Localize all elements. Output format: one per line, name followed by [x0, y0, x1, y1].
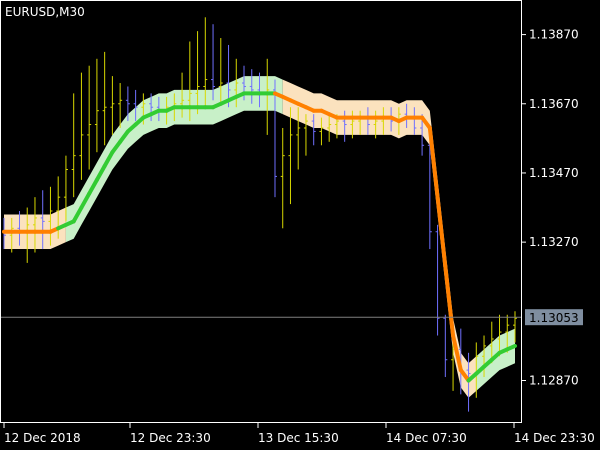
x-tick-label: 12 Dec 2018: [4, 431, 81, 445]
x-tick-label: 13 Dec 15:30: [258, 431, 339, 445]
x-tick-label: 14 Dec 23:30: [514, 431, 595, 445]
price-bar: [435, 224, 440, 336]
y-tick-label: 1.13270: [529, 235, 579, 249]
middle-line-segment: [427, 125, 440, 200]
price-bar: [87, 65, 92, 170]
price-bar: [79, 72, 84, 180]
price-bar: [288, 107, 293, 205]
y-tick-label: 1.13470: [529, 166, 579, 180]
price-bar: [71, 93, 76, 198]
price-bar: [110, 76, 115, 135]
y-axis: 1.13870 1.13670 1.13470 1.13270 1.12870: [521, 28, 579, 387]
x-tick-label: 14 Dec 07:30: [386, 431, 467, 445]
chart-title: EURUSD,M30: [5, 5, 85, 19]
y-tick-label: 1.13870: [529, 28, 579, 42]
y-tick-label: 1.12870: [529, 373, 579, 387]
price-bar: [118, 83, 123, 128]
price-bar: [443, 314, 448, 378]
current-price-badge: 1.13053: [525, 309, 583, 326]
y-tick-label: 1.13670: [529, 97, 579, 111]
x-tick-label: 12 Dec 23:30: [130, 431, 211, 445]
middle-line-segment: [435, 195, 448, 269]
price-bar: [102, 51, 107, 146]
band-down-36: [282, 79, 477, 398]
price-badge-label: 1.13053: [529, 311, 579, 325]
price-bar: [280, 127, 285, 229]
chart-canvas[interactable]: 1.13870 1.13670 1.13470 1.13270 1.12870 12 D…: [0, 0, 600, 450]
middle-line: [2, 91, 517, 383]
band-up-61: [476, 328, 515, 391]
envelope-bands: [4, 76, 515, 398]
x-axis: 12 Dec 2018 12 Dec 23:30 13 Dec 15:30 14 De…: [3, 422, 595, 445]
middle-line-segment: [443, 264, 456, 338]
price-bar: [211, 24, 216, 101]
price-bar: [94, 58, 99, 153]
chart-window: 1.13870 1.13670 1.13470 1.13270 1.12870 12 D…: [0, 0, 600, 450]
